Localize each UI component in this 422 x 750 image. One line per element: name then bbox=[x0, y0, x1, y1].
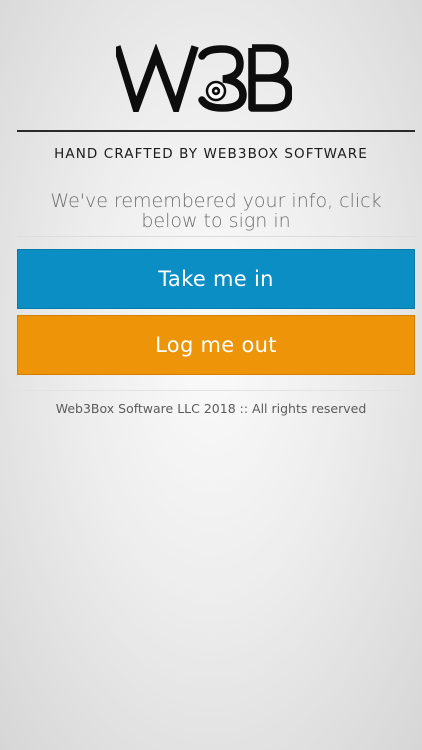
w3b-logo bbox=[116, 44, 292, 112]
message-divider bbox=[17, 236, 415, 237]
footer-divider bbox=[0, 390, 422, 391]
log-me-out-button[interactable]: Log me out bbox=[17, 315, 415, 375]
remembered-info-message: We've remembered your info, click below … bbox=[50, 190, 382, 232]
take-me-in-button[interactable]: Take me in bbox=[17, 249, 415, 309]
disc-icon bbox=[205, 80, 227, 102]
tagline: HAND CRAFTED BY WEB3BOX SOFTWARE bbox=[54, 146, 368, 162]
logo-letter-3 bbox=[198, 45, 247, 112]
logo-letter-w bbox=[116, 44, 199, 112]
copyright-text: Web3Box Software LLC 2018 :: All rights … bbox=[55, 401, 367, 416]
logo-letter-b bbox=[248, 44, 292, 112]
header-divider bbox=[17, 130, 415, 132]
